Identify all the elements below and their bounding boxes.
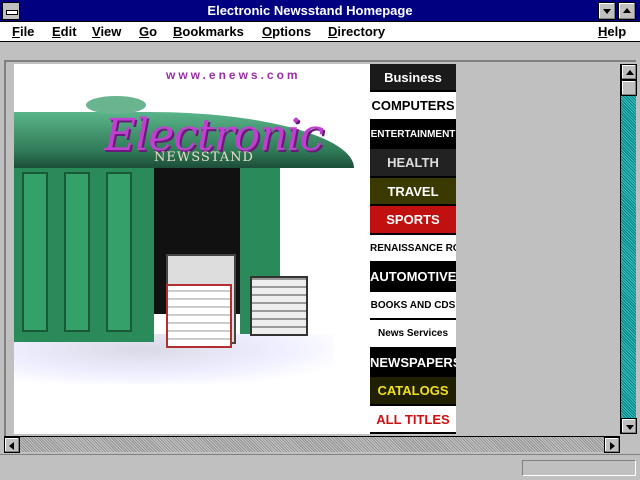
progress-indicator: [522, 460, 636, 476]
arrow-left-icon: [9, 442, 14, 450]
arrow-down-icon: [626, 425, 634, 430]
menu-directory[interactable]: Directory: [328, 24, 385, 39]
vertical-scroll-thumb[interactable]: [621, 80, 637, 96]
magazine-link-sports[interactable]: SPORTS: [370, 206, 456, 235]
menu-edit[interactable]: Edit: [52, 24, 77, 39]
kiosk-panel: [106, 172, 132, 332]
menu-bookmarks[interactable]: Bookmarks: [173, 24, 244, 39]
horizontal-scrollbar[interactable]: [4, 436, 620, 453]
magazine-link-entertainment[interactable]: ENTERTAINMENT: [370, 120, 456, 150]
magazine-category-strip: Business COMPUTERS ENTERTAINMENT HEALTH TRAV…: [370, 64, 456, 434]
newspaper-cart: [250, 276, 308, 336]
magazine-link-automotive[interactable]: AUTOMOTIVE: [370, 263, 456, 292]
menu-bar: File Edit View Go Bookmarks Options Dire…: [0, 22, 640, 42]
minimize-icon: [603, 9, 611, 14]
status-text: [4, 459, 516, 477]
scroll-up-button[interactable]: [621, 64, 637, 80]
magazine-link-health[interactable]: HEALTH: [370, 149, 456, 178]
magazine-link-renaissance-room[interactable]: RENAISSANCE ROOM: [370, 234, 456, 264]
newspaper-cart: [166, 284, 232, 348]
kiosk-panel: [22, 172, 48, 332]
minimize-button[interactable]: [598, 2, 616, 20]
window-title: Electronic Newsstand Homepage: [207, 3, 413, 18]
arrow-right-icon: [610, 442, 615, 450]
magazine-link-catalogs[interactable]: CATALOGS: [370, 377, 456, 406]
page-viewport[interactable]: www.enews.com Electronic NEWSSTAND Busin…: [14, 64, 620, 434]
arrow-up-icon: [626, 70, 634, 75]
title-bar[interactable]: Electronic Newsstand Homepage: [0, 0, 640, 22]
menu-file[interactable]: File: [12, 24, 34, 39]
magazine-link-news-services[interactable]: News Services: [370, 320, 456, 349]
scroll-right-button[interactable]: [604, 437, 620, 453]
scroll-down-button[interactable]: [621, 418, 637, 434]
magazine-link-books-and-cds[interactable]: BOOKS AND CDS: [370, 291, 456, 321]
menu-view[interactable]: View: [92, 24, 121, 39]
magazine-link-all-titles[interactable]: ALL TITLES: [370, 405, 456, 434]
logo-newsstand: NEWSSTAND: [154, 150, 254, 165]
browser-window: Electronic Newsstand Homepage File Edit …: [0, 0, 640, 480]
magazine-link-travel[interactable]: TRAVEL: [370, 177, 456, 207]
magazine-link-computers[interactable]: COMPUTERS: [370, 92, 456, 121]
scroll-left-button[interactable]: [4, 437, 20, 453]
scrollbar-corner: [620, 436, 636, 452]
site-url-text: www.enews.com: [166, 68, 301, 82]
magazine-link-business[interactable]: Business: [370, 64, 456, 93]
menu-options[interactable]: Options: [262, 24, 311, 39]
menu-go[interactable]: Go: [139, 24, 157, 39]
maximize-button[interactable]: [618, 2, 636, 20]
maximize-icon: [623, 8, 631, 13]
magazine-link-newspapers[interactable]: NEWSPAPERS: [370, 348, 456, 378]
kiosk-panel: [64, 172, 90, 332]
menu-help[interactable]: Help: [598, 24, 626, 39]
status-bar: [0, 454, 640, 480]
horizontal-scroll-track[interactable]: [20, 437, 604, 452]
vertical-scrollbar[interactable]: [620, 64, 637, 434]
system-menu-icon[interactable]: [2, 2, 20, 20]
vertical-scroll-track[interactable]: [621, 64, 636, 434]
newsstand-imagemap[interactable]: www.enews.com Electronic NEWSSTAND Busin…: [14, 64, 456, 434]
